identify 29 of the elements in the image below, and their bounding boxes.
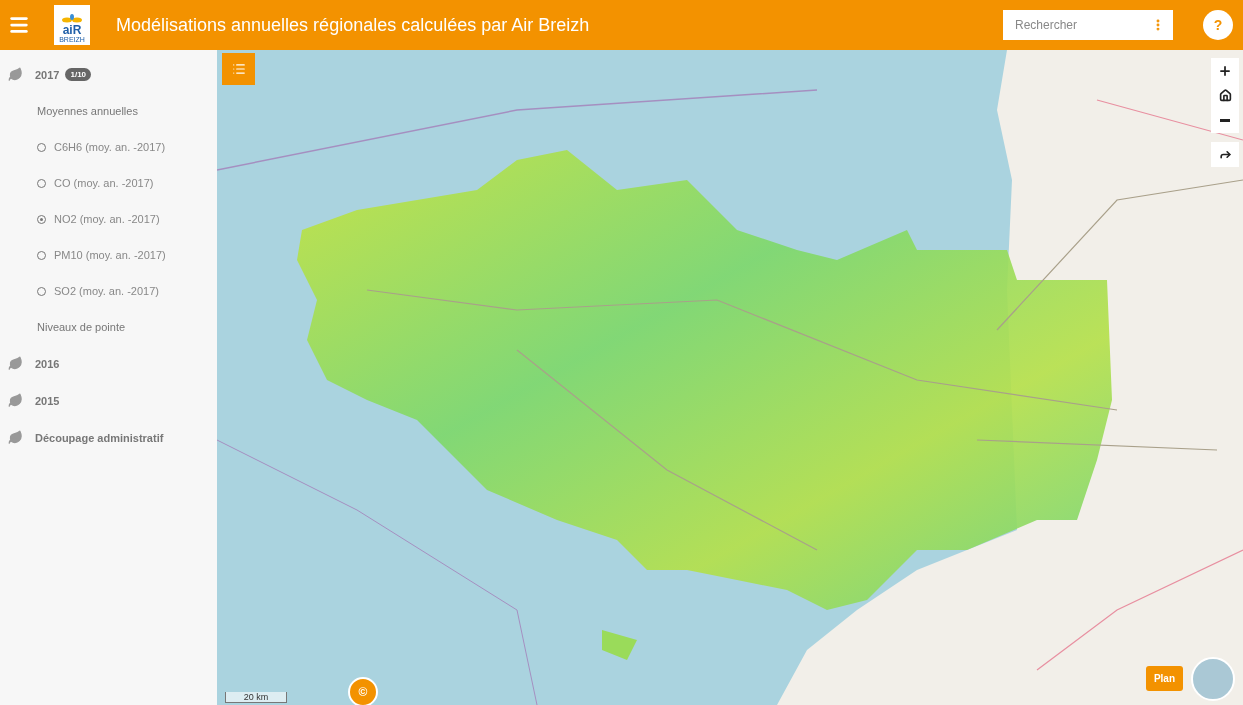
plus-icon	[1218, 63, 1232, 78]
basemap-button[interactable]: Plan	[1145, 666, 1183, 691]
layer-label[interactable]: CO (moy. an. -2017)	[54, 177, 154, 189]
group-label[interactable]: Découpage administratif	[35, 431, 164, 444]
leaf-icon	[8, 356, 23, 371]
layers-button[interactable]	[222, 53, 255, 85]
leaf-icon	[8, 67, 23, 82]
group-label[interactable]: 2016	[35, 357, 60, 370]
search-field[interactable]: Rechercher	[1003, 10, 1173, 40]
layer-label[interactable]: C6H6 (moy. an. -2017)	[54, 141, 166, 153]
share-icon	[1218, 148, 1232, 161]
layer-label[interactable]: NO2 (moy. an. -2017)	[54, 213, 160, 225]
minus-icon	[1220, 119, 1230, 122]
home-icon	[1218, 89, 1232, 102]
page-title: Modélisations annuelles régionales calculées par Air Breizh	[116, 14, 591, 36]
help-button[interactable]: ?	[1203, 10, 1233, 40]
leaf-icon	[8, 430, 23, 445]
section-heading: Niveaux de pointe	[36, 320, 127, 335]
layer-label[interactable]: PM10 (moy. an. -2017)	[54, 249, 166, 261]
list-icon	[231, 62, 246, 76]
count-badge: 1/10	[65, 68, 92, 81]
section-heading: Moyennes annuelles	[36, 104, 139, 119]
menu-icon[interactable]	[8, 14, 30, 36]
layer-label[interactable]: SO2 (moy. an. -2017)	[54, 285, 159, 297]
leaf-icon	[8, 393, 23, 408]
scale-bar: 20 km	[225, 692, 287, 703]
group-label[interactable]: 2015	[35, 394, 60, 407]
share-button[interactable]	[1211, 142, 1239, 167]
group-label[interactable]: 2017	[35, 68, 60, 81]
